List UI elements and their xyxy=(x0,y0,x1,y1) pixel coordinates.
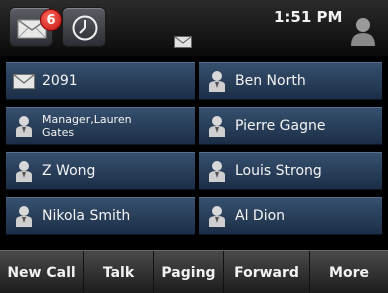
line-key-ben-north[interactable]: Ben North xyxy=(199,62,382,100)
status-bar: 6 1:51 PM xyxy=(0,0,388,56)
line-key-label: Ben North xyxy=(235,73,306,89)
softkey-paging[interactable]: Paging xyxy=(154,251,224,293)
clock-time: 1:51 PM xyxy=(274,8,343,26)
softkey-more[interactable]: More xyxy=(310,251,388,293)
softkey-bar: New Call Talk Paging Forward More xyxy=(0,250,388,293)
softkey-talk[interactable]: Talk xyxy=(84,251,154,293)
softkey-new-call[interactable]: New Call xyxy=(0,251,84,293)
person-icon xyxy=(16,116,32,137)
line-key-lauren-gates[interactable]: Manager,Lauren Gates xyxy=(6,107,195,145)
recent-calls-button[interactable] xyxy=(62,7,106,47)
person-icon xyxy=(209,71,225,92)
softkey-forward[interactable]: Forward xyxy=(224,251,310,293)
person-icon xyxy=(209,161,225,182)
line-key-nikola-smith[interactable]: Nikola Smith xyxy=(6,197,195,235)
line-key-al-dion[interactable]: Al Dion xyxy=(199,197,382,235)
line-key-louis-strong[interactable]: Louis Strong xyxy=(199,152,382,190)
message-count-badge: 6 xyxy=(40,9,62,31)
user-icon[interactable] xyxy=(350,16,376,46)
line-key-pierre-gagne[interactable]: Pierre Gagne xyxy=(199,107,382,145)
line-key-label: Pierre Gagne xyxy=(235,118,326,134)
line-key-label: Manager,Lauren Gates xyxy=(42,113,132,139)
line-key-label: 2091 xyxy=(42,73,78,89)
line-key-label: Louis Strong xyxy=(235,163,322,179)
envelope-icon xyxy=(174,36,192,48)
line-key-label: Al Dion xyxy=(235,208,286,224)
line-key-z-wong[interactable]: Z Wong xyxy=(6,152,195,190)
person-icon xyxy=(209,116,225,137)
envelope-icon xyxy=(13,73,35,89)
line-key-2091[interactable]: 2091 xyxy=(6,62,195,100)
line-keys-grid: 2091 Ben North Manager,Lauren Gates Pier… xyxy=(0,60,388,242)
clock-icon xyxy=(72,15,98,41)
line-key-label: Z Wong xyxy=(42,163,96,179)
person-icon xyxy=(16,206,32,227)
line-key-label: Nikola Smith xyxy=(42,208,131,224)
person-icon xyxy=(16,161,32,182)
person-icon xyxy=(209,206,225,227)
